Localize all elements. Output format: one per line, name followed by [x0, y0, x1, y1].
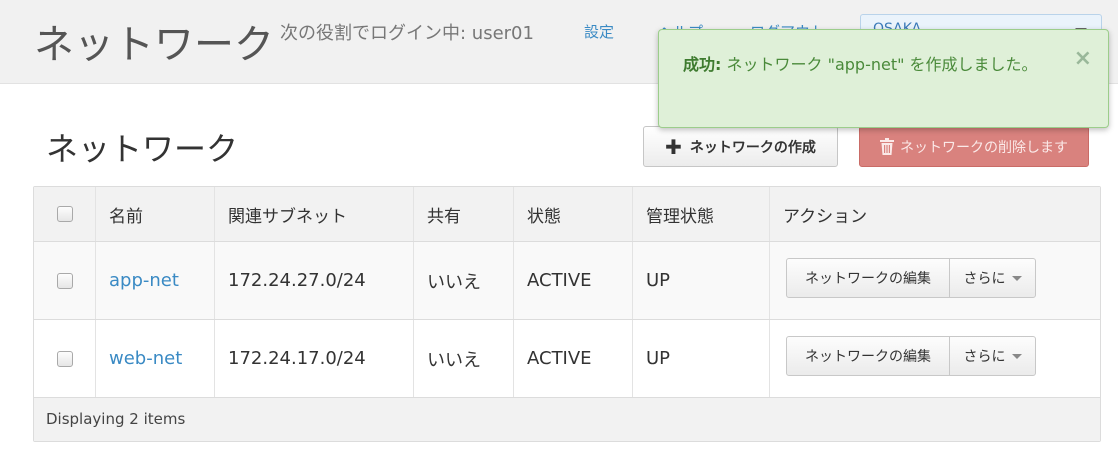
toast-prefix: 成功:	[683, 55, 722, 74]
settings-link[interactable]: 設定	[584, 21, 614, 42]
admin-state-cell: UP	[633, 320, 770, 397]
page-title: ネットワーク	[46, 130, 239, 168]
subnet-cell: 172.24.27.0/24	[215, 242, 414, 319]
actions-cell: ネットワークの編集 さらに	[770, 242, 1100, 319]
column-header-shared[interactable]: 共有	[414, 187, 514, 241]
status-cell: ACTIVE	[514, 242, 633, 319]
more-actions-label: さらに	[963, 271, 1006, 287]
brand-title: ネットワーク	[34, 22, 274, 68]
delete-networks-button[interactable]: ネットワークの削除します	[859, 126, 1089, 167]
shared-cell: いいえ	[414, 242, 514, 319]
table-row: web-net 172.24.17.0/24 いいえ ACTIVE UP ネット…	[34, 320, 1100, 398]
row-select-cell	[34, 320, 96, 397]
toast-message: 成功: ネットワーク "app-net" を作成しました。	[683, 51, 1053, 78]
edit-network-button[interactable]: ネットワークの編集	[787, 337, 950, 375]
admin-state-cell: UP	[633, 242, 770, 319]
chevron-down-icon	[1011, 275, 1022, 281]
plus-icon: ✚	[665, 134, 682, 159]
toast-text: ネットワーク "app-net" を作成しました。	[726, 55, 1038, 74]
actions-cell: ネットワークの編集 さらに	[770, 320, 1100, 397]
network-name-cell: web-net	[96, 320, 215, 397]
more-actions-button[interactable]: さらに	[950, 259, 1035, 297]
status-cell: ACTIVE	[514, 320, 633, 397]
login-info: 次の役割でログイン中: user01	[280, 23, 534, 44]
create-network-button[interactable]: ✚ ネットワークの作成	[643, 126, 838, 167]
table-footer: Displaying 2 items	[34, 398, 1100, 441]
network-name-link[interactable]: web-net	[109, 348, 182, 369]
network-name-link[interactable]: app-net	[109, 270, 179, 291]
trash-icon	[880, 138, 894, 155]
row-action-group: ネットワークの編集 さらに	[786, 258, 1036, 298]
table-header-row: 名前 関連サブネット 共有 状態 管理状態 アクション	[34, 187, 1100, 242]
success-toast: 成功: ネットワーク "app-net" を作成しました。 ×	[658, 29, 1109, 128]
chevron-down-icon	[1011, 353, 1022, 359]
networks-table: 名前 関連サブネット 共有 状態 管理状態 アクション app-net 172.…	[33, 186, 1101, 442]
delete-networks-label: ネットワークの削除します	[900, 139, 1068, 156]
select-all-cell	[34, 187, 96, 241]
subnet-cell: 172.24.17.0/24	[215, 320, 414, 397]
network-name-cell: app-net	[96, 242, 215, 319]
column-header-admin-state[interactable]: 管理状態	[633, 187, 770, 241]
shared-cell: いいえ	[414, 320, 514, 397]
create-network-label: ネットワークの作成	[689, 139, 816, 156]
row-checkbox[interactable]	[56, 350, 73, 367]
table-row: app-net 172.24.27.0/24 いいえ ACTIVE UP ネット…	[34, 242, 1100, 320]
column-header-name[interactable]: 名前	[96, 187, 215, 241]
row-checkbox[interactable]	[56, 272, 73, 289]
column-header-status[interactable]: 状態	[514, 187, 633, 241]
select-all-checkbox[interactable]	[56, 206, 73, 222]
row-select-cell	[34, 242, 96, 319]
column-header-subnets[interactable]: 関連サブネット	[215, 187, 414, 241]
close-icon[interactable]: ×	[1074, 48, 1092, 70]
row-action-group: ネットワークの編集 さらに	[786, 336, 1036, 376]
column-header-actions: アクション	[783, 206, 868, 227]
edit-network-button[interactable]: ネットワークの編集	[787, 259, 950, 297]
more-actions-label: さらに	[963, 349, 1006, 365]
more-actions-button[interactable]: さらに	[950, 337, 1035, 375]
